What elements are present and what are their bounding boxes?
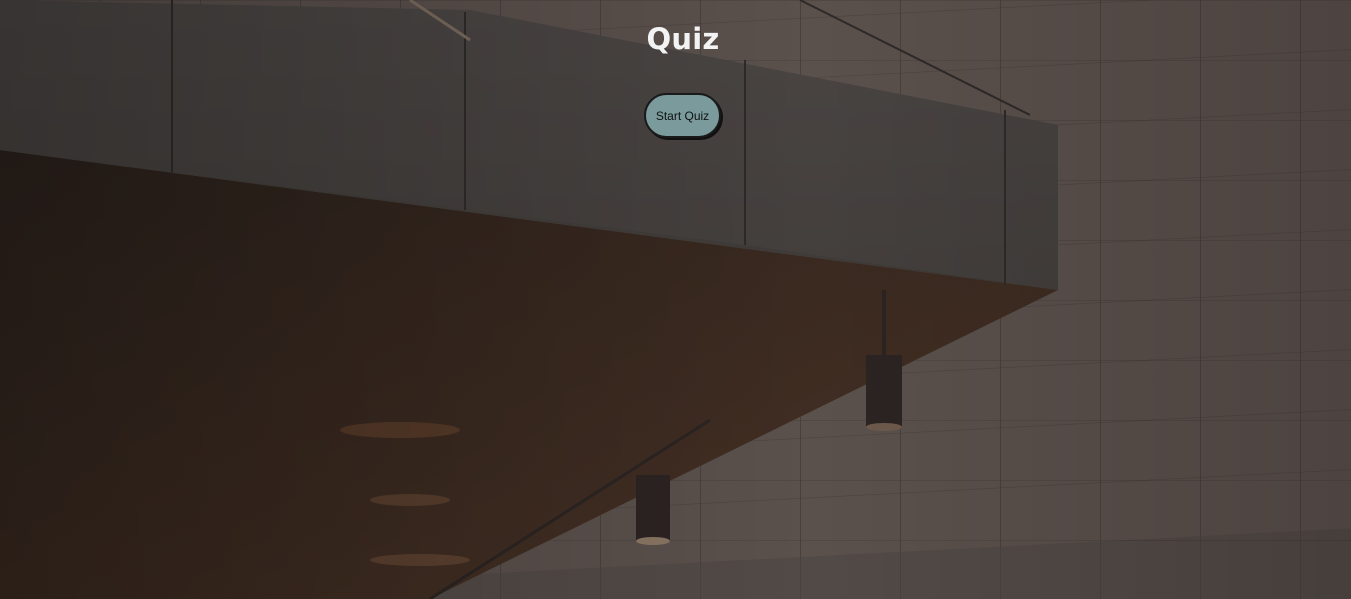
start-quiz-button[interactable]: Start Quiz [644, 93, 721, 138]
quiz-content: Quiz Start Quiz [0, 0, 1351, 599]
quiz-start-screen: Quiz Start Quiz [0, 0, 1351, 599]
page-title: Quiz [646, 22, 720, 56]
